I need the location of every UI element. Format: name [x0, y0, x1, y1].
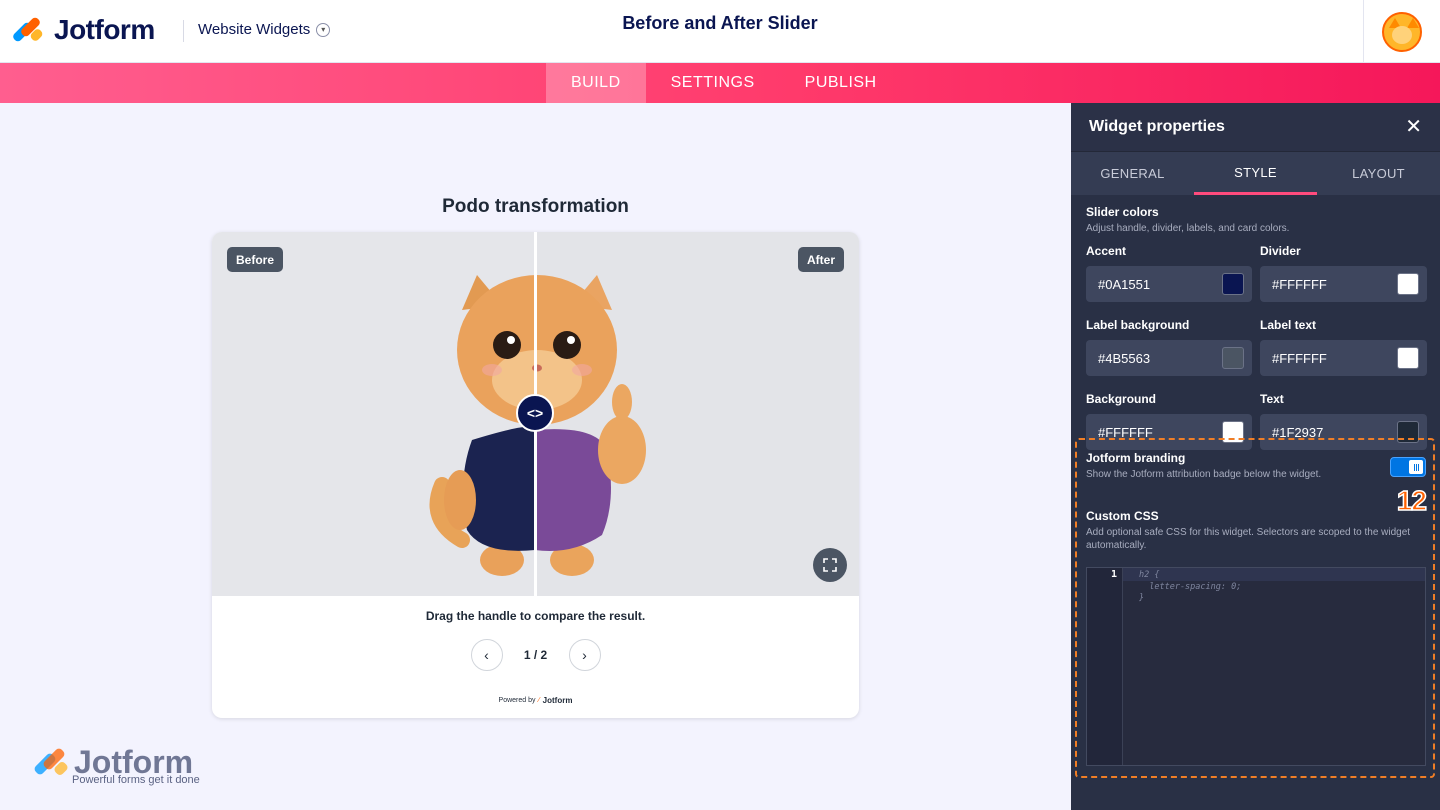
label-background-label: Label background	[1086, 318, 1190, 332]
line-number: 1	[1110, 569, 1117, 580]
toggle-knob	[1409, 460, 1423, 474]
watermark-logo-icon	[32, 746, 70, 780]
user-menu[interactable]	[1363, 0, 1440, 63]
accent-swatch[interactable]	[1222, 273, 1244, 295]
before-label: Before	[227, 247, 284, 272]
next-button[interactable]: ›	[568, 639, 601, 671]
powered-by-text: Powered by	[498, 697, 536, 704]
chevron-right-icon: ›	[582, 647, 587, 663]
branding-toggle[interactable]	[1390, 457, 1426, 477]
slider-colors-title: Slider colors	[1086, 205, 1159, 219]
page-counter: 1 / 2	[523, 648, 548, 662]
workspace-dropdown[interactable]: Website Widgets ▾	[198, 21, 331, 38]
tab-general[interactable]: GENERAL	[1071, 152, 1194, 195]
drag-hint: Drag the handle to compare the result.	[425, 609, 646, 623]
jotform-logo[interactable]: Jotform	[11, 14, 155, 46]
accent-value: #0A1551	[1098, 276, 1151, 292]
divider-field: Divider #FFFFFF	[1260, 244, 1427, 302]
panel-title: Widget properties	[1089, 118, 1225, 135]
css-code[interactable]: h2 { letter-spacing: 0; }	[1139, 570, 1241, 605]
slider-handle[interactable]: <>	[516, 394, 554, 432]
comparison-area[interactable]: <> Before After	[212, 232, 859, 596]
avatar[interactable]	[1382, 11, 1422, 52]
top-header: Jotform Website Widgets ▾ Before and Aft…	[0, 0, 1440, 63]
divider-input[interactable]: #FFFFFF	[1260, 266, 1427, 302]
chevron-left-icon: ‹	[484, 647, 489, 663]
close-icon[interactable]: ✕	[1405, 117, 1422, 137]
custom-css-title: Custom CSS	[1086, 509, 1159, 523]
tab-settings[interactable]: SETTINGS	[646, 63, 780, 103]
background-label: Background	[1086, 392, 1157, 406]
label-text-field: Label text #FFFFFF	[1260, 318, 1427, 376]
divider-swatch[interactable]	[1397, 273, 1419, 295]
active-line	[1087, 568, 1425, 581]
label-text-swatch[interactable]	[1397, 347, 1419, 369]
custom-css-desc: Add optional safe CSS for this widget. S…	[1086, 527, 1411, 551]
accent-field: Accent #0A1551	[1086, 244, 1252, 302]
text-color-label: Text	[1260, 392, 1284, 406]
powered-by-badge[interactable]: Powered by ⁄ Jotform	[212, 696, 859, 705]
tab-layout[interactable]: LAYOUT	[1317, 152, 1440, 195]
prev-button[interactable]: ‹	[470, 639, 503, 671]
label-background-input[interactable]: #4B5563	[1086, 340, 1252, 376]
tab-publish[interactable]: PUBLISH	[780, 63, 902, 103]
powered-brand: Jotform	[542, 696, 573, 705]
divider-value: #FFFFFF	[1272, 276, 1327, 292]
widget-title: Podo transformation	[442, 196, 629, 217]
jotform-logo-icon	[11, 15, 44, 45]
label-text-label: Label text	[1260, 318, 1317, 332]
pagination: ‹ 1 / 2 ›	[212, 639, 859, 671]
slider-card: <> Before After Drag the handle to compa…	[212, 232, 859, 718]
widget-properties-panel: Widget properties ✕ GENERAL STYLE LAYOUT…	[1071, 103, 1440, 810]
chevron-down-icon: ▾	[316, 22, 331, 37]
accent-input[interactable]: #0A1551	[1086, 266, 1252, 302]
workspace-label: Website Widgets	[198, 21, 311, 38]
after-label: After	[797, 247, 844, 272]
tab-style[interactable]: STYLE	[1194, 152, 1317, 195]
divider-label: Divider	[1260, 244, 1301, 258]
line-gutter: 1	[1087, 568, 1123, 765]
fullscreen-icon	[823, 558, 837, 572]
branding-title: Jotform branding	[1086, 451, 1186, 465]
style-settings: Slider colors Adjust handle, divider, la…	[1071, 195, 1440, 778]
accent-label: Accent	[1086, 244, 1127, 258]
css-code-editor[interactable]: 1 h2 { letter-spacing: 0; }	[1086, 567, 1426, 766]
label-text-input[interactable]: #FFFFFF	[1260, 340, 1427, 376]
watermark-tagline: Powerful forms get it done	[72, 774, 200, 786]
slider-colors-desc: Adjust handle, divider, labels, and card…	[1086, 223, 1290, 234]
jotform-mini-icon: ⁄	[538, 697, 540, 704]
tab-build[interactable]: BUILD	[546, 63, 646, 103]
label-text-value: #FFFFFF	[1272, 350, 1327, 366]
label-background-field: Label background #4B5563	[1086, 318, 1252, 376]
label-background-swatch[interactable]	[1222, 347, 1244, 369]
header-divider	[183, 20, 184, 42]
jotform-watermark: Jotform Powerful forms get it done	[32, 744, 200, 786]
panel-tabs: GENERAL STYLE LAYOUT	[1071, 152, 1440, 195]
builder-nav: BUILD SETTINGS PUBLISH	[0, 63, 1440, 103]
label-background-value: #4B5563	[1098, 350, 1151, 366]
fullscreen-button[interactable]	[813, 548, 847, 582]
branding-desc: Show the Jotform attribution badge below…	[1086, 469, 1322, 480]
brand-name: Jotform	[54, 14, 155, 45]
